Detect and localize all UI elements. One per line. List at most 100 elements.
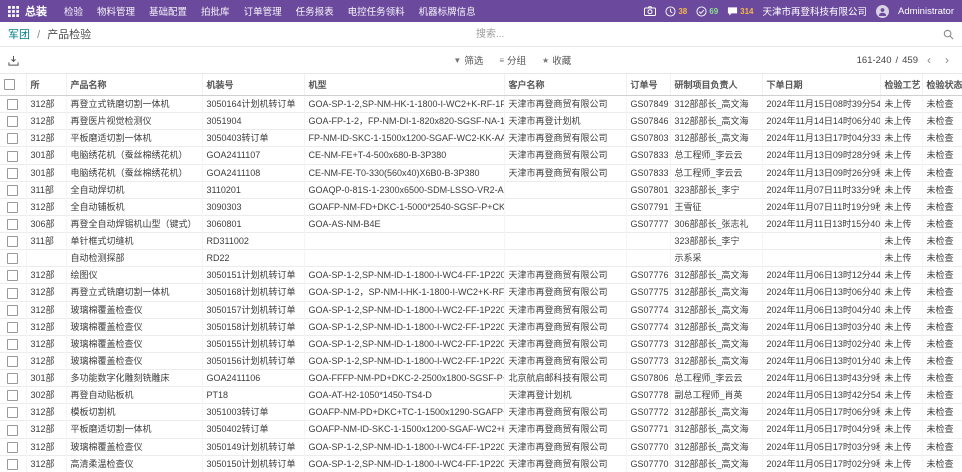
cell-customer[interactable]: 天津市再登商贸有限公司 <box>504 421 626 438</box>
app-name[interactable]: 总装 <box>25 3 47 19</box>
cell-process[interactable]: 未上传 <box>880 438 922 455</box>
cell-product[interactable]: 自动检测探部 <box>66 250 202 267</box>
row-select-cell[interactable] <box>0 370 26 387</box>
cell-product[interactable]: 高清柔温检查仪 <box>66 455 202 472</box>
cell-process[interactable]: 未上传 <box>880 455 922 472</box>
cell-status[interactable]: 未检查 <box>922 96 962 113</box>
cell-model[interactable] <box>304 250 504 267</box>
cell-order-date[interactable] <box>762 233 880 250</box>
cell-product[interactable]: 再登自动贴板机 <box>66 387 202 404</box>
row-checkbox[interactable] <box>7 270 18 281</box>
cell-dept[interactable]: 312部 <box>26 404 66 421</box>
cell-product[interactable]: 再登全自动焊锡机山型（键式） <box>66 215 202 232</box>
table-row[interactable]: 312部全自动铺板机3090303GOAFP-NM-FD+DKC-1-5000*… <box>0 198 962 215</box>
company-name[interactable]: 天津市再登科技有限公司 <box>763 4 868 18</box>
cell-model[interactable]: GOA-SP-1-2,SP-NM-ID-1-1800-I-WC2-FF-1P22… <box>304 335 504 352</box>
cell-machine-no[interactable]: 3050150计划机转订单 <box>202 455 304 472</box>
activities-button[interactable]: 38 <box>665 6 687 17</box>
cell-model[interactable]: GOA-FP-1-2，FP-NM-DI-1-820x820-SGSF-NA-1P… <box>304 113 504 130</box>
cell-dept[interactable] <box>26 250 66 267</box>
cell-process[interactable]: 未上传 <box>880 130 922 147</box>
cell-machine-no[interactable]: GOA2411106 <box>202 370 304 387</box>
cell-machine-no[interactable]: GOA2411107 <box>202 147 304 164</box>
cell-owner[interactable]: 副总工程师_肖英 <box>670 387 762 404</box>
cell-machine-no[interactable]: 3050149计划机转订单 <box>202 438 304 455</box>
row-select-cell[interactable] <box>0 113 26 130</box>
cell-dept[interactable]: 312部 <box>26 113 66 130</box>
menu-item[interactable]: 基础配置 <box>142 4 194 18</box>
menu-item[interactable]: 拍批库 <box>194 4 237 18</box>
cell-process[interactable]: 未上传 <box>880 352 922 369</box>
cell-status[interactable]: 未检查 <box>922 113 962 130</box>
cell-process[interactable]: 未上传 <box>880 301 922 318</box>
column-header-order-no[interactable]: 订单号 <box>626 74 670 96</box>
cell-status[interactable]: 未检查 <box>922 181 962 198</box>
cell-machine-no[interactable]: 3050164计划机转订单 <box>202 96 304 113</box>
cell-product[interactable]: 全自动焊切机 <box>66 181 202 198</box>
cell-order-no[interactable]: GS07772 <box>626 404 670 421</box>
cell-product[interactable]: 全自动铺板机 <box>66 198 202 215</box>
row-checkbox[interactable] <box>7 219 18 230</box>
cell-process[interactable]: 未上传 <box>880 233 922 250</box>
cell-machine-no[interactable]: 3050151计划机转订单 <box>202 267 304 284</box>
cell-machine-no[interactable]: 3050168计划机转订单 <box>202 284 304 301</box>
cell-process[interactable]: 未上传 <box>880 318 922 335</box>
cell-owner[interactable]: 312部部长_高文海 <box>670 352 762 369</box>
column-header-customer[interactable]: 客户名称 <box>504 74 626 96</box>
apps-menu-icon[interactable] <box>8 6 19 17</box>
cell-dept[interactable]: 312部 <box>26 335 66 352</box>
cell-process[interactable]: 未上传 <box>880 198 922 215</box>
breadcrumb-parent[interactable]: 军团 <box>8 29 30 41</box>
table-row[interactable]: 312部玻璃棉覆盖检查仪3050156计划机转订单GOA-SP-1-2,SP-N… <box>0 352 962 369</box>
cell-status[interactable]: 未检查 <box>922 370 962 387</box>
row-select-cell[interactable] <box>0 335 26 352</box>
user-avatar[interactable] <box>876 5 889 18</box>
row-checkbox[interactable] <box>7 305 18 316</box>
export-icon[interactable] <box>8 55 19 66</box>
cell-machine-no[interactable]: 3050403转订单 <box>202 130 304 147</box>
cell-process[interactable]: 未上传 <box>880 335 922 352</box>
row-checkbox[interactable] <box>7 133 18 144</box>
cell-process[interactable]: 未上传 <box>880 164 922 181</box>
cell-order-date[interactable]: 2024年11月13日09时28分9秒 <box>762 147 880 164</box>
cell-process[interactable]: 未上传 <box>880 267 922 284</box>
cell-machine-no[interactable]: RD22 <box>202 250 304 267</box>
cell-owner[interactable]: 总工程师_李云云 <box>670 164 762 181</box>
cell-process[interactable]: 未上传 <box>880 284 922 301</box>
table-row[interactable]: 312部再登立式铣磨切割一体机3050168计划机转订单GOA-SP-1-2，S… <box>0 284 962 301</box>
cell-customer[interactable]: 天津市再登商贸有限公司 <box>504 352 626 369</box>
table-row[interactable]: 自动检测探部RD22示系采未上传未检查 <box>0 250 962 267</box>
cell-customer[interactable]: 天津市再登商贸有限公司 <box>504 335 626 352</box>
cell-process[interactable]: 未上传 <box>880 370 922 387</box>
table-row[interactable]: 306部再登全自动焊锡机山型（键式）3060801GOA-AS-NM-B4EGS… <box>0 215 962 232</box>
cell-order-no[interactable]: GS07846 <box>626 113 670 130</box>
column-header-product[interactable]: 产品名称 <box>66 74 202 96</box>
cell-product[interactable]: 电脑绣花机（蚕丝棉绣花机） <box>66 164 202 181</box>
table-row[interactable]: 302部再登自动贴板机PT18GOA-AT-H2-1050*1450-TS4-D… <box>0 387 962 404</box>
cell-order-no[interactable]: GS07775 <box>626 284 670 301</box>
row-select-cell[interactable] <box>0 352 26 369</box>
cell-status[interactable]: 未检查 <box>922 147 962 164</box>
cell-order-no[interactable]: GS07778 <box>626 387 670 404</box>
cell-dept[interactable]: 301部 <box>26 164 66 181</box>
cell-status[interactable]: 未检查 <box>922 455 962 472</box>
cell-machine-no[interactable]: 3050157计划机转订单 <box>202 301 304 318</box>
cell-model[interactable]: CE-NM-FE-T0-330(560x40)X6B0-B-3P380 <box>304 164 504 181</box>
cell-dept[interactable]: 312部 <box>26 267 66 284</box>
cell-order-no[interactable]: GS07806 <box>626 370 670 387</box>
cell-order-date[interactable]: 2024年11月13日17时04分33秒 <box>762 130 880 147</box>
cell-order-no[interactable]: GS07849 <box>626 96 670 113</box>
table-row[interactable]: 311部单针框式切缝机RD311002323部部长_李宁未上传未检查 <box>0 233 962 250</box>
table-row[interactable]: 312部高清柔温检查仪3050150计划机转订单GOA-SP-1-2,SP-NM… <box>0 455 962 472</box>
cell-customer[interactable] <box>504 215 626 232</box>
cell-process[interactable]: 未上传 <box>880 147 922 164</box>
cell-status[interactable]: 未检查 <box>922 438 962 455</box>
table-row[interactable]: 312部平板磨适切割一体机3050403转订单FP-NM-ID-SKC-1-15… <box>0 130 962 147</box>
cell-customer[interactable] <box>504 250 626 267</box>
cell-owner[interactable]: 312部部长_高文海 <box>670 455 762 472</box>
cell-dept[interactable]: 311部 <box>26 181 66 198</box>
cell-status[interactable]: 未检查 <box>922 130 962 147</box>
row-checkbox[interactable] <box>7 168 18 179</box>
search-icon[interactable] <box>943 29 954 40</box>
cell-order-no[interactable]: GS07803 <box>626 130 670 147</box>
